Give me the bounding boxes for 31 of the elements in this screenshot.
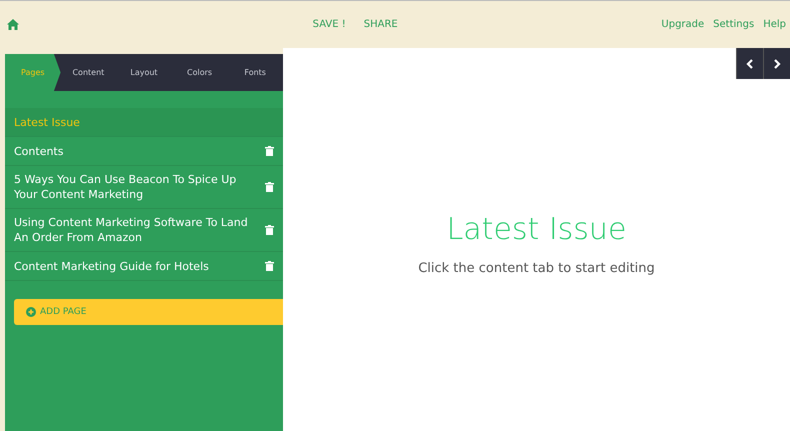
chevron-right-icon xyxy=(773,58,781,68)
page-list-item[interactable]: Content Marketing Guide for Hotels xyxy=(5,252,283,281)
tab[interactable]: Layout xyxy=(116,54,172,91)
preview-subtitle: Click the content tab to start editing xyxy=(418,261,655,276)
page-title: Contents xyxy=(14,144,64,158)
page-title: Latest Issue xyxy=(14,114,80,130)
previous-button[interactable] xyxy=(736,48,763,79)
top-nav-link[interactable]: Settings xyxy=(713,19,754,30)
tab[interactable]: Colors xyxy=(172,54,228,91)
top-action-link[interactable]: SHARE xyxy=(364,19,398,30)
preview-title: Latest Issue xyxy=(446,212,626,247)
page-title: 5 Ways You Can Use Beacon To Spice Up Your Content Marketing xyxy=(14,172,238,202)
chevron-left-icon xyxy=(746,58,754,68)
page-title: Content Marketing Guide for Hotels xyxy=(14,258,209,274)
page-title: Using Content Marketing Software To Land An Order From Amazon xyxy=(14,215,249,245)
trash-icon[interactable] xyxy=(265,261,274,271)
page-list-item[interactable]: Latest Issue xyxy=(5,108,283,137)
tab[interactable]: Pages xyxy=(5,54,61,91)
top-nav-link[interactable]: Help xyxy=(763,19,786,30)
trash-icon[interactable] xyxy=(265,146,274,156)
tab[interactable]: Fonts xyxy=(227,54,283,91)
plus-circle-icon xyxy=(26,307,36,317)
trash-icon[interactable] xyxy=(265,182,274,192)
page-list-item[interactable]: Contents xyxy=(5,137,283,166)
add-page-button[interactable]: ADD PAGE xyxy=(14,299,283,325)
tab[interactable]: Content xyxy=(60,54,116,91)
top-nav-link[interactable]: Upgrade xyxy=(661,19,704,30)
trash-icon[interactable] xyxy=(265,225,274,235)
next-button[interactable] xyxy=(763,48,790,79)
top-action-link[interactable]: SAVE ! xyxy=(312,19,346,30)
home-icon[interactable] xyxy=(7,19,19,30)
